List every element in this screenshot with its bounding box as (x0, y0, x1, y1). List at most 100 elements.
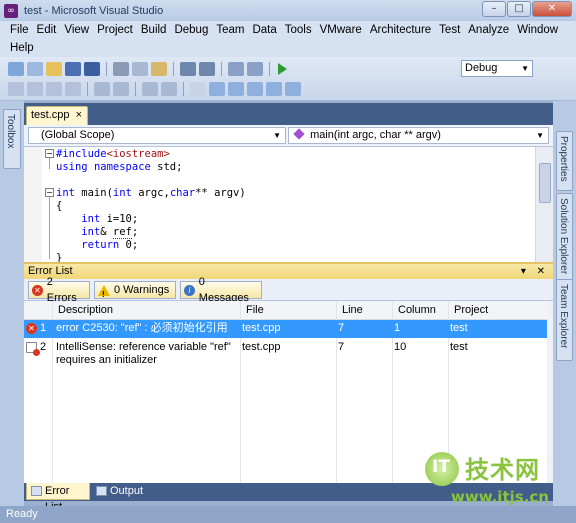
tab-test-cpp-label: test.cpp (31, 109, 70, 121)
paste-icon[interactable] (151, 62, 167, 76)
menu-window[interactable]: Window (513, 24, 562, 36)
scope-dropdown[interactable]: (Global Scope) ▼ (28, 127, 286, 144)
clear-bookmarks-icon[interactable] (285, 82, 301, 96)
column-column[interactable]: Column (398, 304, 436, 316)
toolbar-separator (173, 62, 174, 76)
properties-tab[interactable]: Properties (556, 131, 573, 191)
menu-tools[interactable]: Tools (281, 24, 316, 36)
menu-test[interactable]: Test (435, 24, 464, 36)
editor-vertical-scrollbar[interactable] (535, 147, 553, 262)
warning-icon: ! (98, 284, 110, 299)
row-line: 7 (338, 341, 345, 353)
code-line-7: int& ref; (81, 226, 139, 239)
undo-icon[interactable] (180, 62, 196, 76)
close-button[interactable]: ✕ (532, 1, 572, 17)
previous-bookmark-in-folder-icon[interactable] (247, 82, 263, 96)
quick-info-icon[interactable] (65, 82, 81, 96)
menu-row-1: File Edit View Project Build Debug Team … (0, 21, 576, 39)
code-editor[interactable]: − − #include<iostream> using namespace s… (24, 147, 553, 262)
member-dropdown[interactable]: main(int argc, char ** argv) ▼ (288, 127, 549, 144)
tab-test-cpp[interactable]: test.cpp × (26, 106, 88, 125)
error-list-icon (31, 486, 42, 496)
start-debugging-icon[interactable] (278, 63, 287, 75)
left-dock-strip: Toolbox (0, 101, 24, 506)
column-description[interactable]: Description (58, 304, 113, 316)
comment-icon[interactable] (142, 82, 158, 96)
menu-edit[interactable]: Edit (33, 24, 61, 36)
decrease-indent-icon[interactable] (94, 82, 110, 96)
menu-vmware[interactable]: VMware (316, 24, 366, 36)
navigate-forward-icon[interactable] (247, 62, 263, 76)
editor-navigation-bar: (Global Scope) ▼ main(int argc, char ** … (24, 125, 553, 147)
row-file: test.cpp (242, 322, 281, 334)
next-bookmark-in-folder-icon[interactable] (266, 82, 282, 96)
next-bookmark-icon[interactable] (228, 82, 244, 96)
toolbar-separator (221, 62, 222, 76)
menu-analyze[interactable]: Analyze (464, 24, 513, 36)
row-project: test (450, 341, 468, 353)
toolbox-tab[interactable]: Toolbox (3, 109, 21, 169)
warnings-filter-button[interactable]: ! 0 Warnings (94, 281, 176, 299)
panel-controls[interactable]: ▾ ✕ (521, 264, 549, 279)
toolbar-separator (269, 62, 270, 76)
error-row-1[interactable]: ✕ 1 error C2530: "ref" : 必须初始化引用 test.cp… (24, 320, 547, 338)
solution-configuration-dropdown[interactable]: Debug ▼ (461, 60, 533, 77)
menu-file[interactable]: File (6, 24, 33, 36)
column-line[interactable]: Line (342, 304, 363, 316)
errors-filter-button[interactable]: ✕ 2 Errors (28, 276, 90, 304)
menu-architecture[interactable]: Architecture (366, 24, 435, 36)
column-file[interactable]: File (246, 304, 264, 316)
navigate-backward-icon[interactable] (228, 62, 244, 76)
chevron-down-icon: ▼ (536, 131, 544, 140)
tab-output[interactable]: Output (92, 483, 148, 500)
add-item-icon[interactable] (27, 62, 43, 76)
close-tab-icon[interactable]: × (76, 107, 82, 124)
parameter-info-icon[interactable] (46, 82, 62, 96)
tab-error-list[interactable]: Error List (26, 483, 90, 513)
code-line-9: } (56, 252, 63, 262)
uncomment-icon[interactable] (161, 82, 177, 96)
minimize-button[interactable]: – (482, 1, 506, 17)
watermark-logo-text: IT (432, 457, 450, 477)
watermark-url: www.itjs.cn (451, 488, 549, 506)
menu-build[interactable]: Build (137, 24, 171, 36)
title-bar: ∞ test - Microsoft Visual Studio – □ ✕ (0, 0, 576, 21)
maximize-button[interactable]: □ (507, 1, 531, 17)
error-row-2[interactable]: 2 IntelliSense: reference variable "ref"… (24, 339, 547, 371)
messages-filter-button[interactable]: i 0 Messages (180, 276, 262, 304)
team-explorer-tab-label: Team Explorer (558, 284, 569, 349)
row-column: 1 (394, 322, 401, 334)
collapse-icon[interactable]: − (45, 188, 54, 197)
new-project-icon[interactable] (8, 62, 24, 76)
right-dock-strip: Properties Solution Explorer Team Explor… (553, 101, 576, 506)
previous-bookmark-icon[interactable] (209, 82, 225, 96)
cut-icon[interactable] (113, 62, 129, 76)
bookmark-icon[interactable] (190, 82, 206, 96)
text-editor-icon[interactable] (8, 82, 24, 96)
code-line-8: return 0; (81, 239, 139, 251)
menu-debug[interactable]: Debug (170, 24, 212, 36)
column-project[interactable]: Project (454, 304, 488, 316)
increase-indent-icon[interactable] (113, 82, 129, 96)
collapse-icon[interactable]: − (45, 149, 54, 158)
copy-icon[interactable] (132, 62, 148, 76)
save-icon[interactable] (65, 62, 81, 76)
warnings-filter-label: 0 Warnings (114, 284, 170, 296)
menu-view[interactable]: View (60, 24, 93, 36)
app-icon: ∞ (4, 3, 18, 18)
menu-bar: File Edit View Project Build Debug Team … (0, 21, 576, 57)
menu-team[interactable]: Team (212, 24, 248, 36)
menu-help[interactable]: Help (6, 42, 38, 54)
solution-explorer-tab[interactable]: Solution Explorer (556, 193, 573, 285)
save-all-icon[interactable] (84, 62, 100, 76)
redo-icon[interactable] (199, 62, 215, 76)
menu-data[interactable]: Data (248, 24, 280, 36)
menu-project[interactable]: Project (93, 24, 137, 36)
list-members-icon[interactable] (27, 82, 43, 96)
toolbar-separator (135, 82, 136, 96)
open-file-icon[interactable] (46, 62, 62, 76)
team-explorer-tab[interactable]: Team Explorer (556, 279, 573, 361)
outline-line (49, 197, 50, 259)
row-description: error C2530: "ref" : 必须初始化引用 (56, 322, 228, 334)
scrollbar-thumb[interactable] (539, 163, 551, 203)
